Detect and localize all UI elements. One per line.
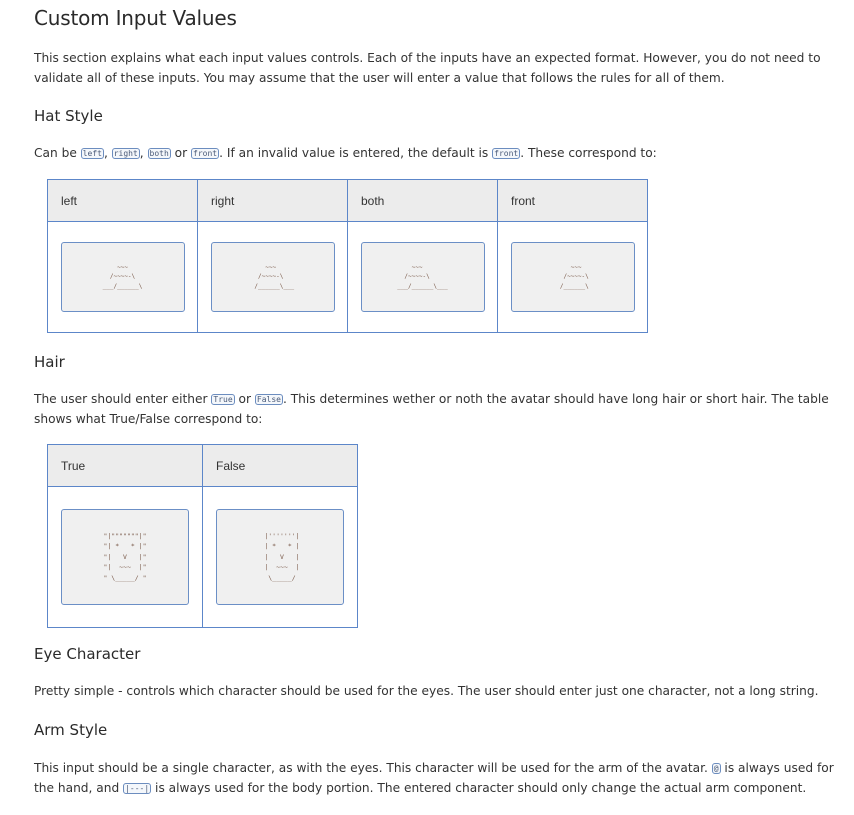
page-title: Custom Input Values (34, 6, 237, 30)
header-front: front (497, 179, 648, 222)
code-left: left (80, 148, 104, 159)
eye-character-heading: Eye Character (34, 645, 141, 663)
hair-false-code-block: |'''''''| | * * | | V | | ~~~ | \_____/ (216, 509, 344, 605)
table-cell: ~~~ /~~~~-\ ___/______\___ (347, 221, 498, 333)
code-default-front: front (492, 148, 521, 159)
table-row: ~~~ /~~~~-\ ___/______\ ~~~ /~~~~-\ /___… (47, 221, 648, 333)
hat-both-code-block: ~~~ /~~~~-\ ___/______\___ (360, 242, 485, 312)
text: or (234, 392, 255, 406)
code-right: right (111, 148, 140, 159)
table-cell: "|"""""""|" "| * * |" "| V |" "| ~~~ |" … (47, 486, 203, 628)
hair-heading: Hair (34, 353, 65, 371)
code-hand: @ (711, 763, 721, 774)
arm-style-paragraph: This input should be a single character,… (34, 759, 834, 798)
table-cell: ~~~ /~~~~-\ ___/______\ (47, 221, 198, 333)
text: is always used for the body portion. The… (151, 780, 807, 795)
hat-front-code-block: ~~~ /~~~~-\ /______\ (510, 242, 635, 312)
hair-false-ascii-art: |'''''''| | * * | | V | | ~~~ | \_____/ (264, 531, 300, 582)
text: or (170, 146, 192, 160)
table-cell: ~~~ /~~~~-\ /______\___ (197, 221, 348, 333)
header-left: left (47, 179, 198, 222)
text: , (139, 146, 148, 160)
table-row: "|"""""""|" "| * * |" "| V |" "| ~~~ |" … (47, 486, 358, 628)
table-cell: |'''''''| | * * | | V | | ~~~ | \_____/ (202, 486, 358, 628)
text: . These correspond to: (520, 146, 657, 160)
hair-true-code-block: "|"""""""|" "| * * |" "| V |" "| ~~~ |" … (61, 509, 189, 605)
hat-right-ascii-art: ~~~ /~~~~-\ /______\___ (254, 263, 295, 290)
table-header-row: left right both front (47, 179, 648, 222)
hair-true-ascii-art: "|"""""""|" "| * * |" "| V |" "| ~~~ |" … (103, 531, 147, 582)
hat-left-code-block: ~~~ /~~~~-\ ___/______\ (60, 242, 185, 312)
hat-front-ascii-art: ~~~ /~~~~-\ /______\ (559, 263, 589, 290)
hat-left-ascii-art: ~~~ /~~~~-\ ___/______\ (102, 263, 143, 290)
hat-both-ascii-art: ~~~ /~~~~-\ ___/______\___ (397, 263, 448, 290)
text: Can be (34, 146, 81, 160)
header-both: both (347, 179, 498, 222)
header-true: True (47, 444, 203, 487)
hair-paragraph: The user should enter either True or Fal… (34, 390, 834, 429)
intro-paragraph: This section explains what each input va… (34, 51, 821, 85)
code-true: True (211, 394, 235, 405)
text: The user should enter either (34, 392, 212, 406)
hat-right-code-block: ~~~ /~~~~-\ /______\___ (210, 242, 335, 312)
text: . If an invalid value is entered, the de… (219, 146, 493, 160)
table-cell: ~~~ /~~~~-\ /______\ (497, 221, 648, 333)
text: This input should be a single character,… (34, 761, 712, 775)
code-front: front (191, 148, 220, 159)
code-false: False (254, 394, 283, 405)
hat-style-paragraph: Can be left, right, both or front. If an… (34, 144, 834, 164)
code-body: |---| (123, 782, 152, 794)
header-false: False (202, 444, 358, 487)
arm-style-heading: Arm Style (34, 721, 108, 739)
hair-table: True False "|"""""""|" "| * * |" "| V |"… (47, 444, 358, 628)
eye-character-paragraph: Pretty simple - controls which character… (34, 684, 819, 698)
hat-style-heading: Hat Style (34, 107, 103, 125)
header-right: right (197, 179, 348, 222)
text: , (103, 146, 112, 160)
code-both: both (147, 148, 171, 159)
table-header-row: True False (47, 444, 358, 487)
hat-style-table: left right both front ~~~ /~~~~-\ ___/__… (47, 179, 648, 333)
